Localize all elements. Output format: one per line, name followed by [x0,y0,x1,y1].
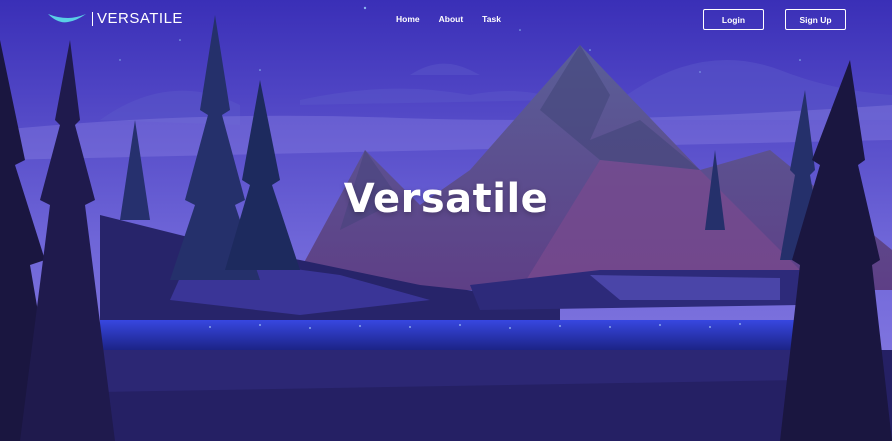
nav-link-home[interactable]: Home [396,14,420,24]
nav-link-task[interactable]: Task [482,14,501,24]
hero-title: Versatile [343,176,549,222]
main-menu: Home About Task [396,14,501,24]
login-button[interactable]: Login [703,9,764,30]
sign-up-button[interactable]: Sign Up [785,9,846,30]
bird-wing-icon [48,13,86,22]
nav-link-about[interactable]: About [439,14,464,24]
logo-divider [92,11,93,26]
brand-logo[interactable]: VERSATILE [48,10,183,27]
brand-name: VERSATILE [97,10,183,27]
top-navigation-bar: VERSATILE Home About Task Login Sign Up [0,0,892,40]
